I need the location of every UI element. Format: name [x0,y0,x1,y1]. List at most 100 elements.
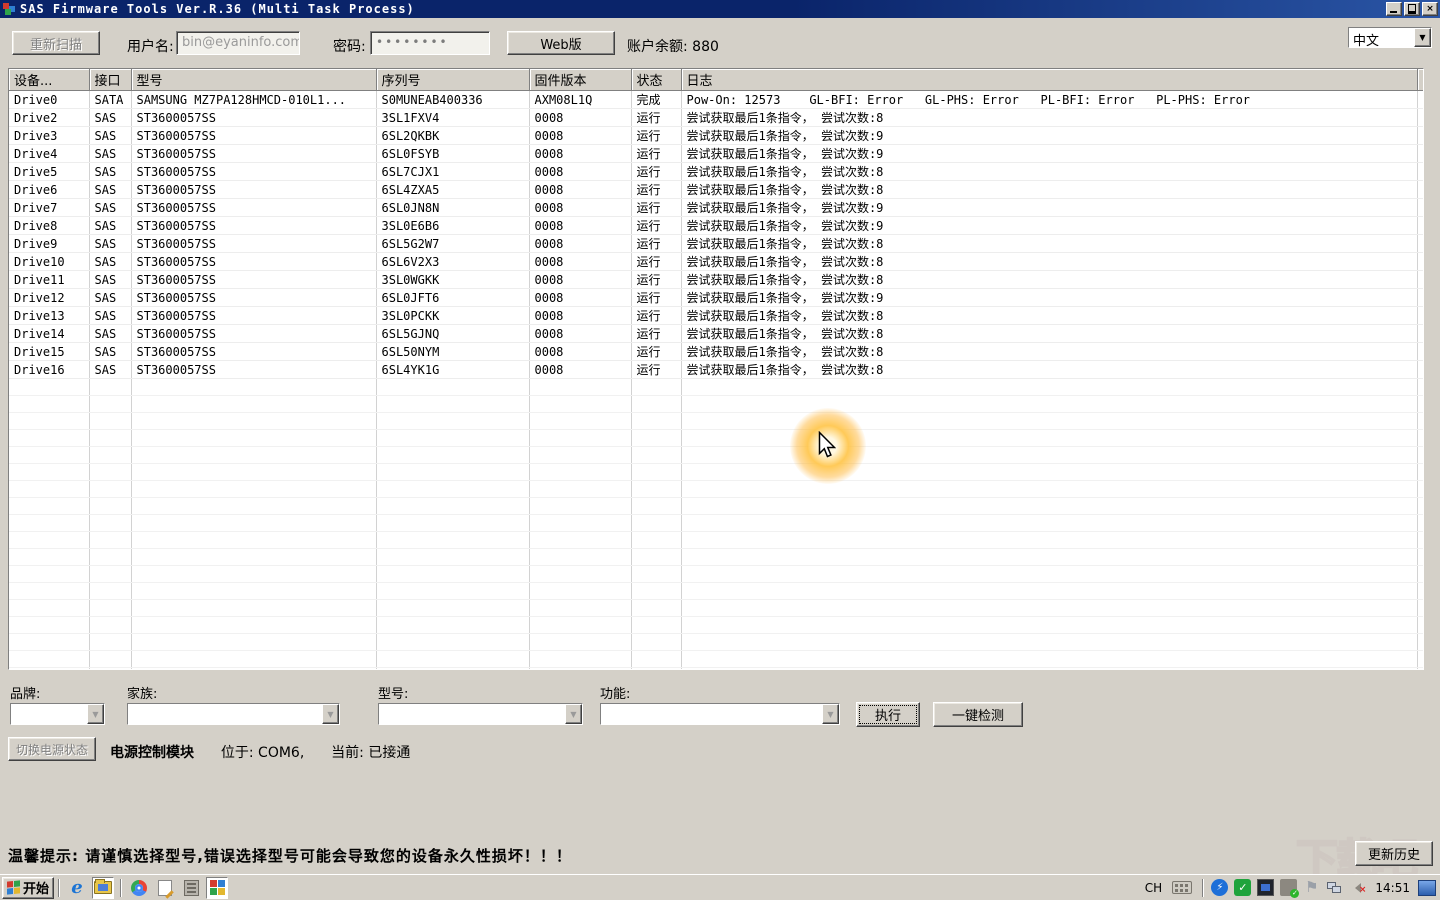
cell-model: ST3600057SS [131,270,377,289]
header-model[interactable]: 型号 [131,69,377,91]
one-click-detect-button[interactable]: 一键检测 [933,702,1023,727]
cell-serial: 6SL5GJNQ [376,324,530,343]
cell-filler [1417,144,1423,163]
close-button[interactable]: × [1422,2,1438,16]
chevron-down-icon[interactable]: ▼ [87,704,104,724]
cell-serial: 6SL6V2X3 [376,252,530,271]
family-label: 家族: [127,687,158,702]
web-version-button[interactable]: Web版 [507,31,615,55]
warning-text: 温馨提示: 请谨慎选择型号,错误选择型号可能会导致您的设备永久性损坏！！！ [8,847,572,865]
flag-tray-icon[interactable]: ⚑ [1303,879,1320,896]
username-input[interactable]: bin@eyaninfo.com [176,31,300,55]
cell-device: Drive10 [9,252,90,271]
table-row[interactable]: Drive5 SAS ST3600057SS 6SL7CJX1 0008 运行 尝试获取最后… [9,162,1423,181]
table-row[interactable]: Drive14 SAS ST3600057SS 6SL5GJNQ 0008 运行 尝试获取最… [9,324,1423,343]
table-header-row: 设备... 接口 型号 序列号 固件版本 状态 日志 [9,69,1423,91]
cell-model: ST3600057SS [131,126,377,145]
cell-model: ST3600057SS [131,108,377,127]
table-row[interactable]: Drive2 SAS ST3600057SS 3SL1FXV4 0008 运行 尝试获取最后… [9,108,1423,127]
table-row[interactable]: Drive8 SAS ST3600057SS 3SL0E6B6 0008 运行 尝试获取最后… [9,216,1423,235]
header-filler [1417,69,1423,91]
boost-tray-icon[interactable]: ⚡ [1211,879,1229,896]
sas-tool-task-icon[interactable] [206,876,228,899]
header-serial[interactable]: 序列号 [376,69,530,91]
password-input[interactable]: •••••••• [370,31,490,55]
chevron-down-icon[interactable]: ▼ [322,704,339,724]
muted-speaker-icon[interactable]: × [1349,879,1366,896]
table-empty-row [9,429,1423,447]
header-log[interactable]: 日志 [681,69,1418,91]
header-device[interactable]: 设备... [9,69,90,91]
monitor-tray-icon[interactable] [1257,879,1275,896]
language-select[interactable]: 中文 ▼ [1348,27,1432,48]
table-empty-row [9,650,1423,668]
cell-model: ST3600057SS [131,342,377,361]
model-select[interactable]: ▼ [378,703,583,725]
cell-interface: SAS [89,288,132,307]
table-row[interactable]: Drive7 SAS ST3600057SS 6SL0JN8N 0008 运行 尝试获取最后… [9,198,1423,217]
cell-filler [1417,198,1423,217]
family-select[interactable]: ▼ [127,703,340,725]
cell-interface: SAS [89,126,132,145]
toggle-power-button[interactable]: 切换电源状态 [8,737,96,761]
show-desktop-icon[interactable] [1418,879,1436,896]
input-language-indicator[interactable]: CH [1140,878,1166,898]
file-explorer-icon[interactable] [92,876,114,899]
network-tray-icon[interactable] [1326,879,1343,896]
cell-device: Drive5 [9,162,90,181]
cell-status: 运行 [631,108,682,127]
system-tray: CH ⚡ ✓ ⚑ × 14:51 [1140,878,1438,898]
cell-interface: SAS [89,252,132,271]
cell-filler [1417,360,1423,379]
header-firmware[interactable]: 固件版本 [529,69,632,91]
window-title: SAS Firmware Tools Ver.R.36 (Multi Task … [20,2,415,16]
table-empty-row [9,599,1423,617]
restore-button[interactable] [1404,2,1420,16]
table-row[interactable]: Drive4 SAS ST3600057SS 6SL0FSYB 0008 运行 尝试获取最后… [9,144,1423,163]
table-empty-row [9,378,1423,396]
cell-serial: S0MUNEAB400336 [376,90,530,109]
cell-interface: SAS [89,198,132,217]
usb-safely-remove-icon[interactable] [1280,879,1300,898]
internet-explorer-icon[interactable]: e [66,877,88,899]
update-history-button[interactable]: 更新历史 [1355,841,1433,866]
brand-select[interactable]: ▼ [10,703,105,725]
table-row[interactable]: Drive15 SAS ST3600057SS 6SL50NYM 0008 运行 尝试获取最… [9,342,1423,361]
title-bar[interactable]: SAS Firmware Tools Ver.R.36 (Multi Task … [0,0,1440,18]
cell-serial: 6SL0JFT6 [376,288,530,307]
chrome-icon[interactable] [128,877,150,899]
chevron-down-icon[interactable]: ▼ [822,704,839,724]
antivirus-tray-icon[interactable]: ✓ [1234,879,1252,896]
table-row[interactable]: Drive3 SAS ST3600057SS 6SL2QKBK 0008 运行 尝试获取最后… [9,126,1423,145]
chevron-down-icon[interactable]: ▼ [1414,28,1431,47]
cell-log: 尝试获取最后1条指令， 尝试次数:8 [681,270,1418,289]
cell-filler [1417,306,1423,325]
table-row[interactable]: Drive9 SAS ST3600057SS 6SL5G2W7 0008 运行 尝试获取最后… [9,234,1423,253]
cell-device: Drive15 [9,342,90,361]
cell-interface: SAS [89,306,132,325]
start-button[interactable]: 开始 [2,876,54,899]
table-row[interactable]: Drive12 SAS ST3600057SS 6SL0JFT6 0008 运行 尝试获取最… [9,288,1423,307]
rescan-button[interactable]: 重新扫描 [12,31,100,55]
windows-logo-icon [6,880,20,895]
execute-button[interactable]: 执行 [856,702,920,727]
table-row[interactable]: Drive16 SAS ST3600057SS 6SL4YK1G 0008 运行 尝试获取最… [9,360,1423,379]
function-select[interactable]: ▼ [600,703,840,725]
table-row[interactable]: Drive13 SAS ST3600057SS 3SL0PCKK 0008 运行 尝试获取最… [9,306,1423,325]
table-row[interactable]: Drive0 SATA SAMSUNG MZ7PA128HMCD-010L1... S… [9,90,1423,109]
server-tool-icon[interactable] [180,877,202,899]
header-interface[interactable]: 接口 [89,69,132,91]
brand-value [11,704,87,724]
cell-firmware: 0008 [529,306,632,325]
cell-filler [1417,162,1423,181]
notepad-icon[interactable] [154,877,176,899]
minimize-button[interactable] [1386,2,1402,16]
table-row[interactable]: Drive6 SAS ST3600057SS 6SL4ZXA5 0008 运行 尝试获取最后… [9,180,1423,199]
chevron-down-icon[interactable]: ▼ [565,704,582,724]
table-row[interactable]: Drive10 SAS ST3600057SS 6SL6V2X3 0008 运行 尝试获取最… [9,252,1423,271]
cell-serial: 6SL7CJX1 [376,162,530,181]
keyboard-icon[interactable] [1172,881,1193,894]
table-row[interactable]: Drive11 SAS ST3600057SS 3SL0WGKK 0008 运行 尝试获取最… [9,270,1423,289]
cell-interface: SAS [89,342,132,361]
header-status[interactable]: 状态 [631,69,682,91]
